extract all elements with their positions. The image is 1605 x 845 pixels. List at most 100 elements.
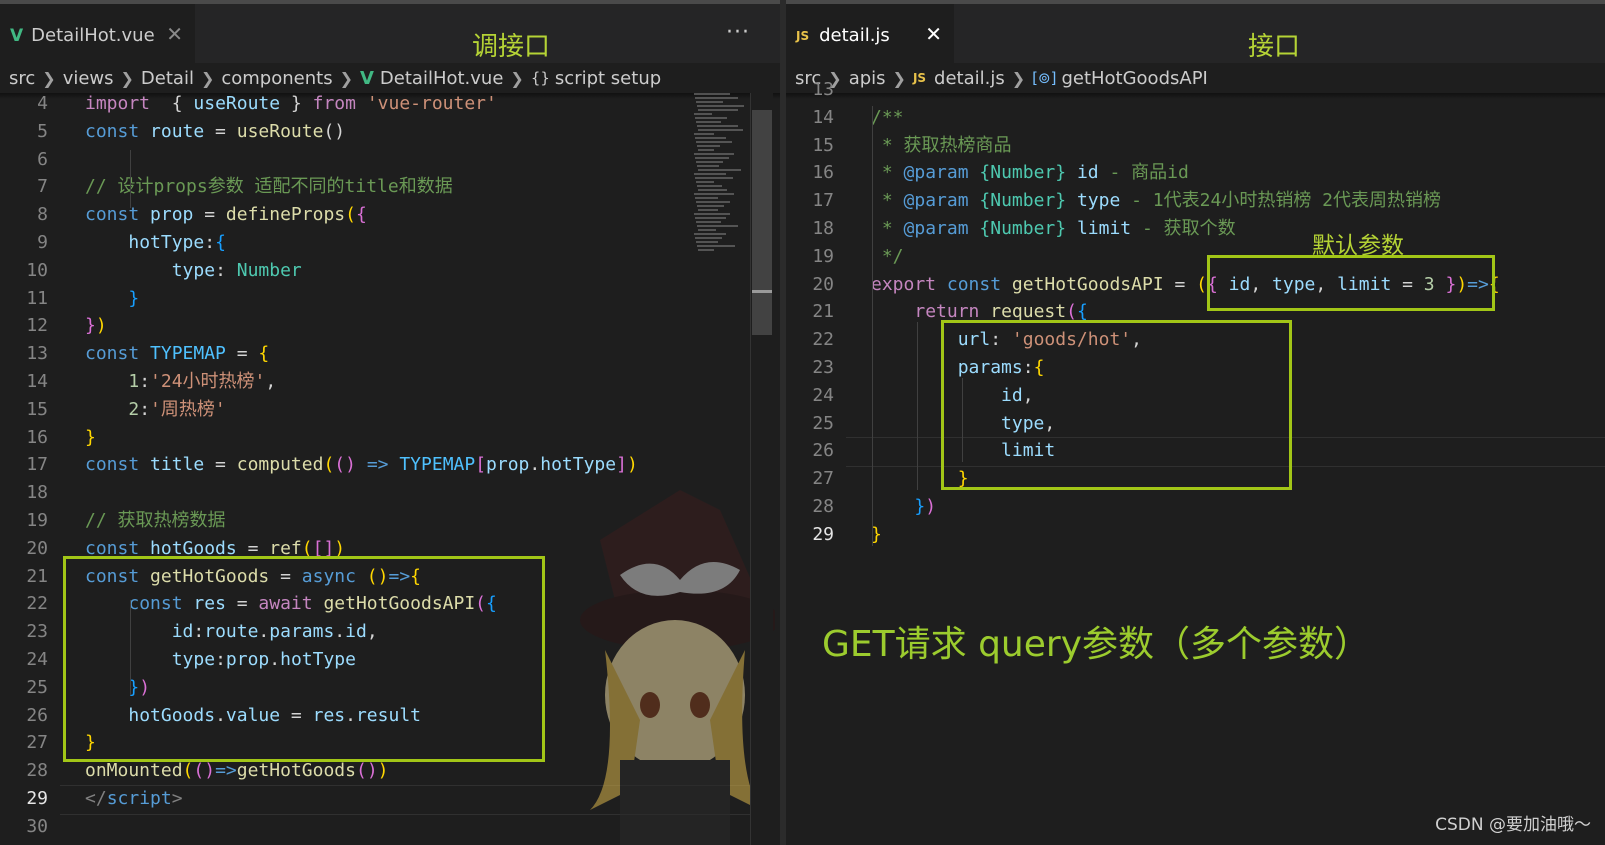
code-token: useRoute — [236, 120, 324, 142]
code-line[interactable]: 29} — [786, 521, 1605, 549]
minimap-line — [697, 225, 739, 227]
chevron-right-icon: ❯ — [42, 68, 56, 88]
code-token: * — [871, 162, 904, 184]
code-line[interactable]: 13 const TYPEMAP = { — [0, 340, 780, 368]
code-token: // 设计props参数 适配不同的title和数据 — [85, 176, 453, 198]
code-token: limit — [1076, 218, 1132, 239]
code-token: </ — [85, 788, 107, 809]
minimap-line — [695, 157, 730, 159]
code-token: = — [204, 120, 237, 142]
code-token: = — [1163, 273, 1197, 295]
indent-guide — [962, 378, 963, 462]
line-number: 7 — [37, 176, 48, 198]
tab-label: DetailHot.vue — [31, 25, 155, 46]
scrollbar-thumb[interactable] — [752, 110, 772, 335]
code-line[interactable]: 11 } — [0, 285, 780, 313]
minimap-line — [695, 97, 739, 99]
close-icon[interactable]: ✕ — [166, 22, 183, 46]
code-line[interactable]: 18 * @param {Number} limit - 获取个数 — [786, 215, 1605, 243]
line-number: 24 — [26, 649, 48, 670]
code-token: } — [85, 426, 96, 448]
breadcrumb-item[interactable]: src — [9, 68, 35, 89]
tab-detail-js[interactable]: JS detail.js ✕ — [786, 4, 954, 67]
line-number: 25 — [812, 412, 834, 434]
code-line[interactable]: 17 * @param {Number} type - 1代表24小时热销榜 2… — [786, 187, 1605, 215]
line-number: 24 — [812, 384, 834, 406]
line-number: 5 — [37, 120, 48, 142]
minimap[interactable] — [690, 93, 750, 263]
braces-icon: {} — [530, 69, 550, 87]
code-text: */ — [871, 243, 904, 271]
code-text: hotType:{ — [85, 229, 226, 257]
more-actions-icon[interactable]: ··· — [726, 20, 750, 45]
code-token: '周热榜' — [150, 398, 226, 420]
code-token: '24小时热榜' — [150, 371, 266, 392]
minimap-line — [695, 117, 728, 119]
code-line[interactable]: 4 import { useRoute } from 'vue-router' — [0, 90, 780, 118]
minimap-line — [696, 221, 722, 223]
code-text: import { useRoute } from 'vue-router' — [85, 90, 497, 118]
code-line[interactable]: 15 2:'周热榜' — [0, 396, 780, 424]
code-line[interactable]: 8 const prop = defineProps({ — [0, 201, 780, 229]
code-line[interactable]: 14 1:'24小时热榜', — [0, 368, 780, 396]
code-line[interactable]: 28 }) — [786, 493, 1605, 521]
code-token: script — [106, 788, 172, 809]
close-icon[interactable]: ✕ — [925, 22, 942, 46]
code-line[interactable]: 15 * 获取热榜商品 — [786, 132, 1605, 160]
breadcrumb-item[interactable]: script setup — [555, 68, 661, 89]
code-text: /** — [871, 104, 904, 132]
breadcrumb-item[interactable]: DetailHot.vue — [380, 68, 504, 89]
code-text: // 获取热榜数据 — [85, 507, 226, 535]
indent-guide — [130, 150, 131, 208]
line-number: 13 — [812, 79, 834, 100]
line-number: 14 — [26, 371, 48, 392]
code-token: => — [366, 454, 389, 476]
breadcrumb-item[interactable]: views — [63, 68, 114, 89]
code-line[interactable]: 13 — [786, 76, 1605, 104]
minimap-line — [698, 229, 716, 231]
code-line[interactable]: 16 * @param {Number} id - 商品id — [786, 159, 1605, 187]
minimap-line — [698, 149, 715, 151]
tab-detailhot-vue[interactable]: V DetailHot.vue ✕ — [0, 4, 195, 67]
bottom-annotation: GET请求 query参数（多个参数） — [822, 624, 1370, 665]
code-line[interactable]: 10 type: Number — [0, 257, 780, 285]
code-token: getHotGoodsAPI — [1011, 273, 1164, 295]
code-line[interactable]: 6 — [0, 146, 780, 174]
code-line[interactable]: 7 // 设计props参数 适配不同的title和数据 — [0, 173, 780, 201]
line-number: 29 — [812, 523, 834, 545]
code-line[interactable]: 5 const route = useRoute() — [0, 118, 780, 146]
code-token: = — [225, 343, 259, 365]
code-text: }) — [85, 312, 107, 340]
code-token: * — [871, 190, 904, 212]
code-token: } — [128, 287, 140, 309]
code-line[interactable]: 16} — [0, 424, 780, 452]
code-text: * @param {Number} limit - 获取个数 — [871, 215, 1236, 243]
code-line[interactable]: 14 /** — [786, 104, 1605, 132]
code-token: - 1代表24小时热销榜 2代表周热销榜 — [1120, 190, 1441, 212]
breadcrumb-item[interactable]: components — [221, 68, 332, 89]
watermark: CSDN @要加油哦～ — [1435, 815, 1591, 835]
code-line[interactable]: 12}) — [0, 312, 780, 340]
line-number: 20 — [812, 273, 834, 295]
breadcrumb: src ❯ views ❯ Detail ❯ components ❯ V De… — [0, 63, 780, 93]
line-number: 23 — [26, 621, 48, 643]
code-text: const TYPEMAP = { — [85, 340, 269, 368]
code-token: const — [85, 454, 140, 476]
code-token: id — [1076, 162, 1099, 184]
breadcrumb-item[interactable]: Detail — [141, 68, 194, 89]
chevron-right-icon: ❯ — [200, 68, 215, 88]
code-text: type: Number — [85, 257, 302, 285]
vue-file-icon: V — [10, 25, 24, 46]
code-token: hotType — [540, 454, 617, 476]
minimap-line — [698, 189, 727, 191]
code-line[interactable]: 9 hotType:{ — [0, 229, 780, 257]
code-token: => — [215, 760, 237, 782]
minimap-line — [696, 241, 718, 243]
code-token: } — [914, 496, 926, 517]
code-line[interactable]: 17 const title = computed(() => TYPEMAP[p… — [0, 451, 780, 479]
